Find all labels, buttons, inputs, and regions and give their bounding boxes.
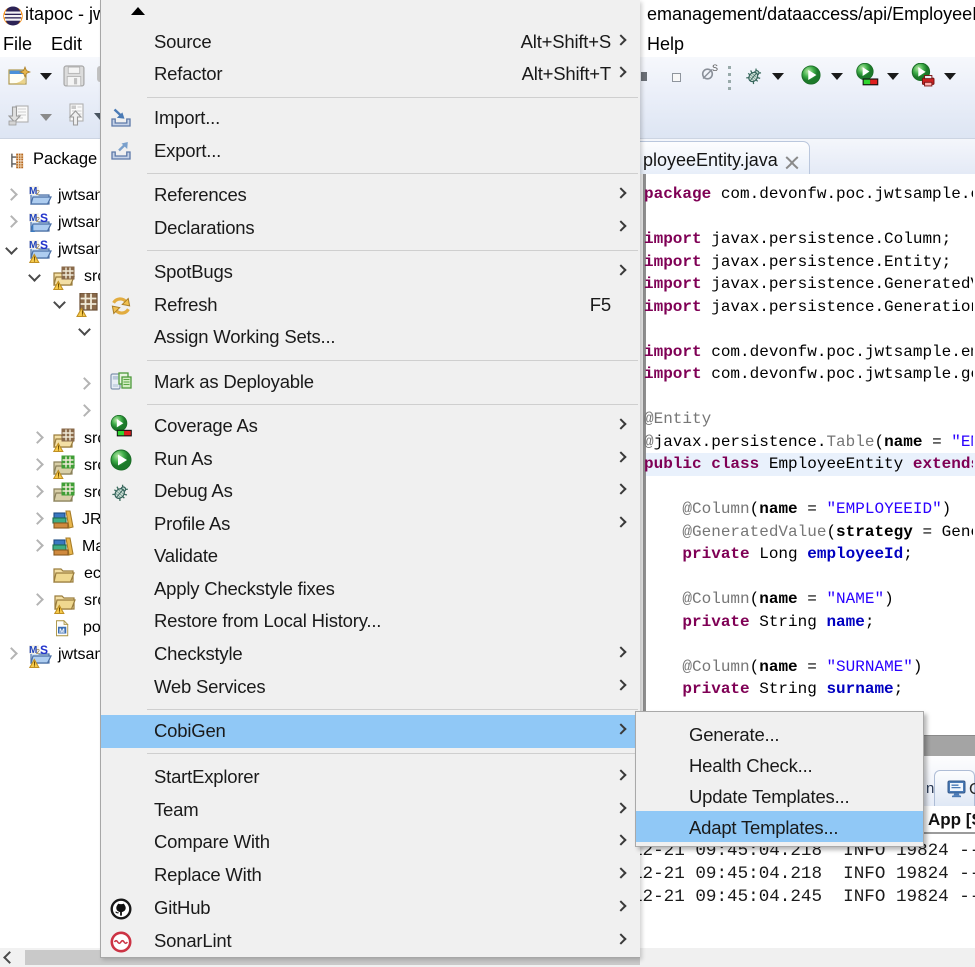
svg-text:S: S: [40, 644, 48, 657]
svg-text:2: 2: [36, 190, 40, 197]
svg-text:!: !: [57, 444, 60, 453]
svg-text:!: !: [57, 282, 60, 291]
svg-text:!: !: [57, 471, 60, 480]
svg-text:1: 1: [30, 224, 35, 234]
svg-text:M: M: [59, 628, 65, 635]
svg-text:S: S: [40, 212, 48, 225]
svg-text:!: !: [33, 660, 36, 669]
svg-text:!: !: [58, 606, 61, 615]
svg-text:!: !: [33, 255, 36, 264]
svg-text:!: !: [81, 309, 84, 318]
svg-text:S: S: [712, 63, 718, 73]
svg-text:S: S: [40, 239, 48, 252]
